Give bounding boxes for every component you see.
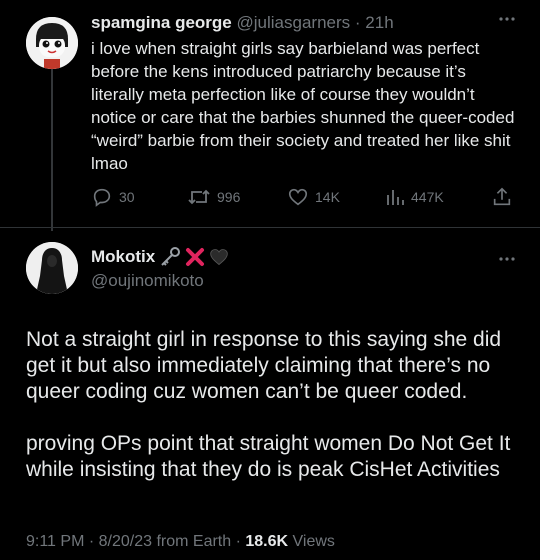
like-button[interactable]: 14K <box>287 186 340 208</box>
views-count: 447K <box>411 189 444 205</box>
tweet2-meta: 9:11 PM · 8/20/23 from Earth · 18.6K Vie… <box>26 533 335 551</box>
cross-mark-icon <box>186 248 205 266</box>
retweet-button[interactable]: 996 <box>187 186 240 208</box>
avatar-image <box>26 242 78 294</box>
retweet-count: 996 <box>217 189 241 205</box>
tweet2-handle[interactable]: @oujinomikoto <box>91 271 204 291</box>
reply-icon <box>93 188 111 207</box>
views-button[interactable]: 447K <box>385 186 444 208</box>
thread-line <box>51 69 53 231</box>
heart-icon <box>288 188 308 206</box>
retweet-icon <box>188 189 210 205</box>
tweet1-actions: 30 996 14K 447K <box>91 186 515 210</box>
divider <box>0 227 540 228</box>
tweet2-name-row: Mokotix <box>91 247 229 267</box>
reply-count: 30 <box>119 189 135 205</box>
avatar-spamgina[interactable] <box>26 17 78 69</box>
tweet1-header: spamgina george @juliasgarners · 21h <box>91 13 394 33</box>
tweet2-paragraph-1: Not a straight girl in response to this … <box>26 328 502 403</box>
key-icon <box>161 247 181 266</box>
share-icon <box>493 187 511 206</box>
tweet1-more-icon[interactable] <box>498 10 516 33</box>
share-button[interactable] <box>491 186 513 208</box>
avatar-image <box>26 17 78 69</box>
like-count: 14K <box>315 189 340 205</box>
tweet1-display-name[interactable]: spamgina george <box>91 13 232 32</box>
tweet2-more-icon[interactable] <box>498 250 516 273</box>
tweet1-handle[interactable]: @juliasgarners <box>237 13 351 32</box>
black-heart-icon <box>210 249 228 266</box>
tweet2-views-label: Views <box>288 533 335 550</box>
avatar-mokotix[interactable] <box>26 242 78 294</box>
reply-button[interactable]: 30 <box>91 186 135 208</box>
tweet2-text: Not a straight girl in response to this … <box>26 327 526 483</box>
tweet1-time[interactable]: 21h <box>365 13 393 32</box>
tweet2-timestamp[interactable]: 9:11 PM · 8/20/23 from Earth · <box>26 533 245 550</box>
tweet2-display-name[interactable]: Mokotix <box>91 247 155 267</box>
tweet2-paragraph-2: proving OPs point that straight women Do… <box>26 432 511 481</box>
tweet1-text: i love when straight girls say barbielan… <box>91 39 515 173</box>
tweet1-dot: · <box>354 13 361 32</box>
tweet2-views-count: 18.6K <box>245 533 289 550</box>
views-icon <box>387 190 404 205</box>
